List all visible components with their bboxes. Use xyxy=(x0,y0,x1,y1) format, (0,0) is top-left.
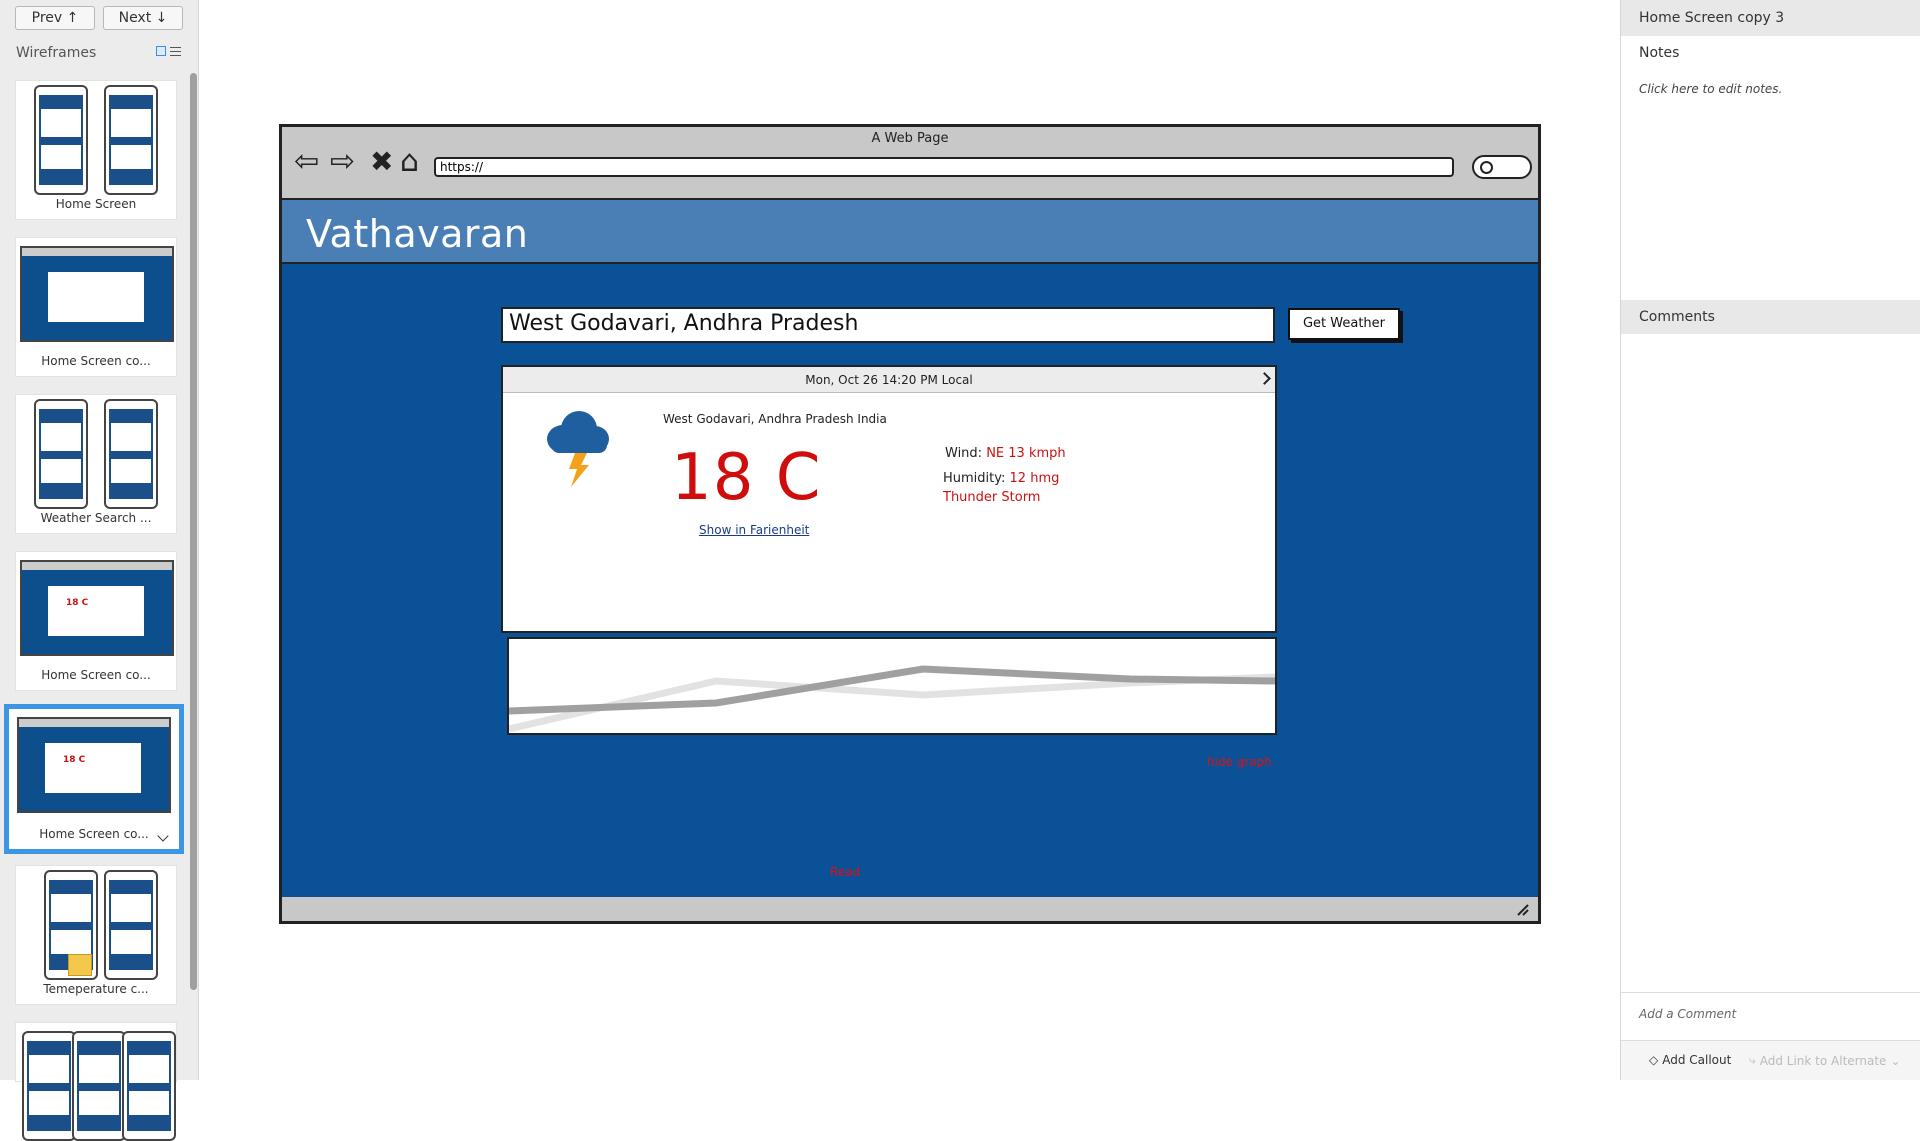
show-fahrenheit-link[interactable]: Show in Farienheit xyxy=(699,523,809,537)
thumbnail-temperature[interactable]: Temeperature c... xyxy=(15,865,177,1005)
browser-title: A Web Page xyxy=(871,131,949,146)
url-field[interactable]: https:// xyxy=(434,157,1454,177)
phone-preview xyxy=(72,1031,126,1141)
wireframe-canvas: A Web Page ⇦ ⇨ ✖ ⌂ https:// Vathavaran W… xyxy=(200,0,1620,1080)
humidity-value: 12 hmg xyxy=(1009,471,1060,486)
site-header: Vathavaran xyxy=(282,200,1538,264)
chevron-down-icon: ⌄ xyxy=(1890,1053,1901,1068)
notes-heading: Notes xyxy=(1639,45,1680,61)
comments-heading: Comments xyxy=(1621,300,1920,334)
wireframes-heading: Wireframes xyxy=(16,45,97,61)
weather-condition: Thunder Storm xyxy=(943,490,1041,505)
read-link[interactable]: Read xyxy=(830,865,860,879)
next-button[interactable]: Next ↓ xyxy=(103,6,183,30)
comments-footer: ◇ Add Callout ⤷ Add Link to Alternate ⌄ xyxy=(1621,1040,1920,1080)
temperature-graph xyxy=(507,637,1277,735)
humidity-stat: Humidity: 12 hmg xyxy=(943,471,1059,486)
thumbnail-home-screen[interactable]: Home Screen xyxy=(15,80,177,220)
weather-card: Mon, Oct 26 14:20 PM Local West Godavari… xyxy=(501,365,1277,633)
get-weather-button[interactable]: Get Weather xyxy=(1288,308,1400,340)
phone-preview xyxy=(34,85,88,195)
thumbnail-label: Home Screen xyxy=(55,197,137,211)
notes-edit-area[interactable]: Click here to edit notes. xyxy=(1639,82,1782,96)
close-icon[interactable]: ✖ xyxy=(370,147,393,177)
wireframes-panel: Prev ↑ Next ↓ Wireframes Home Screen Hom… xyxy=(0,0,199,1141)
browser-window-mockup: A Web Page ⇦ ⇨ ✖ ⌂ https:// Vathavaran W… xyxy=(279,124,1541,924)
phone-preview xyxy=(104,870,158,980)
link-icon: ⤷ xyxy=(1749,1053,1756,1067)
forward-arrow-icon[interactable]: ⇨ xyxy=(330,147,355,177)
sticky-note-icon xyxy=(68,954,92,976)
search-icon[interactable] xyxy=(1472,155,1532,179)
thumbnail-home-screen-copy-3[interactable]: 18 C Home Screen co... xyxy=(4,704,184,854)
back-arrow-icon[interactable]: ⇦ xyxy=(294,147,319,177)
resize-grip-icon[interactable] xyxy=(1516,903,1530,917)
screen-title[interactable]: Home Screen copy 3 xyxy=(1621,0,1920,36)
thumbnail-weather-search[interactable]: Weather Search ... xyxy=(15,394,177,534)
location-search-input[interactable]: West Godavari, Andhra Pradesh xyxy=(501,307,1275,343)
graph-lines xyxy=(508,665,1276,733)
callout-icon: ◇ xyxy=(1649,1053,1659,1067)
graph-series-light xyxy=(508,673,1276,733)
thumbnail-scrollbar[interactable] xyxy=(190,73,197,990)
location-label: West Godavari, Andhra Pradesh India xyxy=(663,412,887,426)
add-comment-input[interactable]: Add a Comment xyxy=(1621,992,1920,1038)
card-datetime: Mon, Oct 26 14:20 PM Local xyxy=(503,367,1275,393)
prev-button[interactable]: Prev ↑ xyxy=(15,6,95,30)
phone-preview xyxy=(122,1031,176,1141)
browser-status-bar xyxy=(282,897,1538,921)
thunderstorm-icon xyxy=(547,411,609,487)
browser-preview: 18 C xyxy=(20,560,174,656)
site-title: Vathavaran xyxy=(306,212,529,256)
add-link-label: Add Link to Alternate xyxy=(1759,1053,1887,1068)
wind-value: NE 13 kmph xyxy=(986,446,1066,461)
grid-view-icon[interactable] xyxy=(156,46,166,56)
thumbnail-label: Home Screen co... xyxy=(41,354,151,368)
website-viewport: Vathavaran West Godavari, Andhra Pradesh… xyxy=(282,198,1538,900)
home-icon[interactable]: ⌂ xyxy=(400,147,419,177)
humidity-label: Humidity: xyxy=(943,471,1006,486)
add-callout-button[interactable]: ◇ Add Callout xyxy=(1649,1053,1731,1067)
hide-graph-link[interactable]: hide graph xyxy=(1207,755,1272,769)
thumbnail-partial[interactable] xyxy=(15,1022,177,1141)
phone-preview xyxy=(104,85,158,195)
thumbnail-label: Home Screen co... xyxy=(39,827,149,841)
thumbnail-label: Home Screen co... xyxy=(41,668,151,682)
browser-preview: 18 C xyxy=(17,717,171,813)
wind-stat: Wind: NE 13 kmph xyxy=(945,446,1066,461)
temperature-value: 18 C xyxy=(671,441,822,515)
phone-preview xyxy=(22,1031,76,1141)
thumbnail-home-screen-copy[interactable]: Home Screen co... xyxy=(15,237,177,377)
thumbnail-label: Weather Search ... xyxy=(40,511,152,525)
browser-preview xyxy=(20,246,174,342)
wind-label: Wind: xyxy=(945,446,983,461)
thumbnail-home-screen-copy-2[interactable]: 18 C Home Screen co... xyxy=(15,551,177,691)
phone-preview xyxy=(104,399,158,509)
thumbnail-label: Temeperature c... xyxy=(43,982,149,996)
properties-panel: Home Screen copy 3 Notes Click here to e… xyxy=(1620,0,1920,1080)
add-callout-label: Add Callout xyxy=(1662,1053,1732,1067)
list-view-icon[interactable] xyxy=(170,46,181,56)
add-link-button: ⤷ Add Link to Alternate ⌄ xyxy=(1749,1053,1901,1068)
phone-preview xyxy=(34,399,88,509)
view-toggle xyxy=(156,46,181,56)
